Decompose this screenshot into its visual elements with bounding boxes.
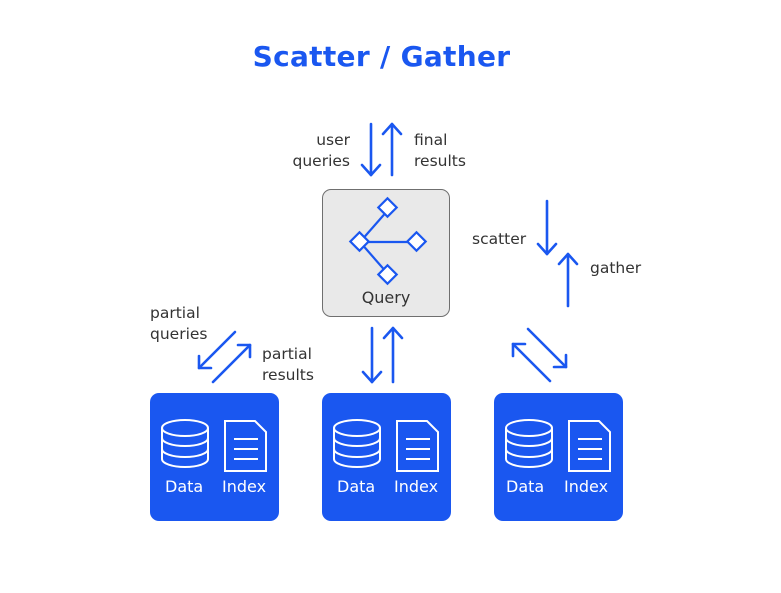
arrow-diagonal-icon <box>197 330 237 370</box>
arrow-diagonal-icon <box>511 342 552 383</box>
arrow-down-icon <box>361 326 383 384</box>
arrow-down-icon <box>360 122 382 177</box>
arrow-down-icon <box>536 199 558 256</box>
arrows-layer <box>197 122 579 384</box>
arrow-up-icon <box>382 326 404 384</box>
arrow-diagonal-icon <box>211 343 252 384</box>
arrow-diagonal-icon <box>526 327 568 369</box>
arrow-up-icon <box>557 252 579 308</box>
arrow-up-icon <box>381 122 403 177</box>
